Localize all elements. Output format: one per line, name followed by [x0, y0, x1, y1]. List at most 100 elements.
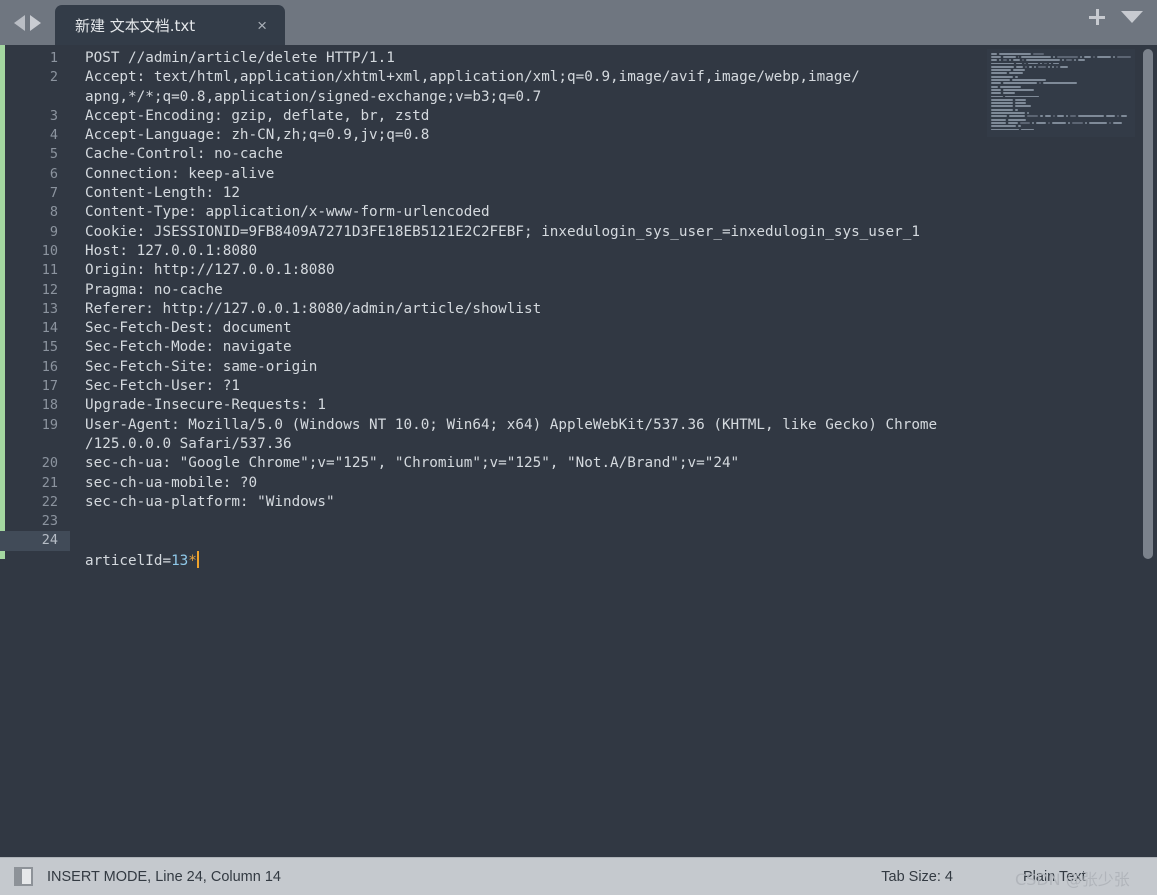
minimap-segment	[991, 125, 1016, 128]
minimap-segment	[1074, 59, 1077, 62]
language-status-wrap: Plain Text CSDN @张少张	[1015, 869, 1143, 889]
minimap-segment	[991, 102, 1013, 105]
minimap-segment	[991, 79, 1010, 81]
code-token-number: 13	[171, 552, 189, 569]
minimap-segment	[991, 62, 1015, 65]
minimap-segment	[991, 56, 1001, 58]
minimap-segment	[1014, 105, 1031, 108]
line-number: 19	[41, 416, 58, 433]
tab-size-status[interactable]: Tab Size: 4	[881, 869, 953, 885]
minimap-segment	[1053, 115, 1056, 118]
minimap-segment	[1109, 121, 1112, 124]
minimap-segment	[1014, 75, 1018, 78]
line-number: 23	[41, 513, 58, 530]
status-bar: INSERT MODE, Line 24, Column 14 Tab Size…	[0, 857, 1157, 895]
minimap-segment	[1049, 62, 1052, 65]
code-line: Sec-Fetch-Mode: navigate	[85, 339, 292, 356]
minimap-segment	[1120, 115, 1127, 118]
code-line: Referer: http://127.0.0.1:8080/admin/art…	[85, 300, 542, 317]
minimap-segment	[1116, 115, 1119, 118]
line-number: 20	[41, 455, 58, 472]
line-number	[0, 435, 70, 454]
triangle-left-icon[interactable]	[14, 15, 25, 31]
minimap-segment	[1084, 121, 1087, 124]
minimap-segment	[1008, 72, 1024, 75]
minimap-segment	[1045, 115, 1052, 118]
close-icon[interactable]: ×	[243, 17, 285, 34]
code-line: Sec-Fetch-Site: same-origin	[85, 358, 318, 375]
minimap-segment	[1092, 56, 1095, 58]
minimap-segment	[1047, 121, 1050, 124]
minimap-segment	[1025, 65, 1028, 68]
code-line: Sec-Fetch-User: ?1	[85, 378, 240, 395]
vertical-scrollbar[interactable]	[1143, 49, 1153, 857]
plus-icon[interactable]	[1089, 9, 1105, 25]
code-line: Cookie: JSESSIONID=9FB8409A7271D3FE18EB5…	[85, 223, 920, 240]
minimap-segment	[1027, 112, 1029, 114]
minimap[interactable]	[987, 49, 1135, 137]
triangle-right-icon[interactable]	[30, 15, 41, 31]
minimap-segment	[1016, 65, 1024, 68]
minimap-segment	[1026, 59, 1061, 62]
minimap-segment	[1019, 121, 1030, 124]
line-number: 17	[41, 378, 58, 395]
minimap-segment	[991, 69, 1012, 72]
minimap-segment	[1088, 121, 1108, 124]
code-line: Connection: keep-alive	[85, 165, 275, 182]
minimap-segment	[1003, 88, 1034, 91]
line-number: 13	[41, 300, 58, 317]
minimap-segment	[1068, 121, 1071, 124]
code-view[interactable]: 12 3 4 5 6 7 8 9 10 11 12 13 14 15 16 17 18 19 20 21 22 23 2…	[0, 45, 1157, 857]
code-token-key: articelId=	[85, 552, 172, 569]
minimap-segment	[991, 115, 1007, 118]
minimap-segment	[991, 92, 1002, 95]
code-line: sec-ch-ua-platform: "Windows"	[85, 493, 335, 510]
minimap-segment	[1009, 59, 1012, 62]
minimap-segment	[1039, 82, 1042, 85]
minimap-segment	[991, 105, 1013, 108]
editor-tab[interactable]: 新建 文本文档.txt ×	[55, 5, 285, 45]
line-number: 6	[49, 165, 58, 182]
minimap-segment	[1017, 125, 1021, 128]
minimap-segment	[1016, 62, 1022, 65]
language-status[interactable]: Plain Text	[1023, 869, 1143, 885]
line-number: 9	[49, 223, 58, 240]
status-bar-right: Tab Size: 4 Plain Text CSDN @张少张	[881, 869, 1143, 889]
editor-area[interactable]: 12 3 4 5 6 7 8 9 10 11 12 13 14 15 16 17 18 19 20 21 22 23 2…	[0, 45, 1157, 857]
tab-title: 新建 文本文档.txt	[75, 16, 196, 35]
split-pane-icon[interactable]	[14, 867, 33, 886]
minimap-segment	[1017, 56, 1020, 58]
line-number: 7	[49, 185, 58, 202]
minimap-segment	[1056, 65, 1059, 68]
minimap-segment	[1003, 92, 1015, 95]
caret-down-icon[interactable]	[1121, 11, 1143, 23]
code-text[interactable]: POST //admin/article/delete HTTP/1.1 Acce…	[70, 45, 1157, 857]
minimap-segment	[1014, 98, 1027, 101]
minimap-segment	[1014, 108, 1018, 111]
minimap-segment	[991, 112, 1025, 114]
code-line: Cache-Control: no-cache	[85, 146, 283, 163]
code-line: Origin: http://127.0.0.1:8080	[85, 262, 335, 279]
scrollbar-thumb[interactable]	[1143, 49, 1153, 559]
minimap-segment	[1000, 85, 1021, 88]
tab-bar: 新建 文本文档.txt ×	[0, 0, 1157, 45]
line-number: 4	[49, 127, 58, 144]
minimap-segment	[991, 108, 1013, 111]
code-line-active: articelId=13*	[85, 550, 1157, 570]
line-number: 2	[49, 69, 58, 86]
line-number: 22	[41, 493, 58, 510]
text-editor-window: 新建 文本文档.txt × 12 3 4 5 6 7 8 9 10 11 12 13 14 15 16 17…	[0, 0, 1157, 895]
code-line: Content-Type: application/x-www-form-url…	[85, 204, 490, 221]
line-number: 24	[0, 531, 70, 551]
minimap-segment	[991, 121, 1006, 124]
minimap-segment	[1008, 115, 1025, 118]
minimap-segment	[1002, 59, 1008, 62]
minimap-segment	[1053, 62, 1059, 65]
line-number: 16	[41, 358, 58, 375]
minimap-segment	[1035, 121, 1046, 124]
minimap-segment	[1116, 56, 1131, 58]
minimap-segment	[1026, 115, 1039, 118]
code-line: Content-Length: 12	[85, 185, 240, 202]
minimap-segment	[1038, 65, 1046, 68]
